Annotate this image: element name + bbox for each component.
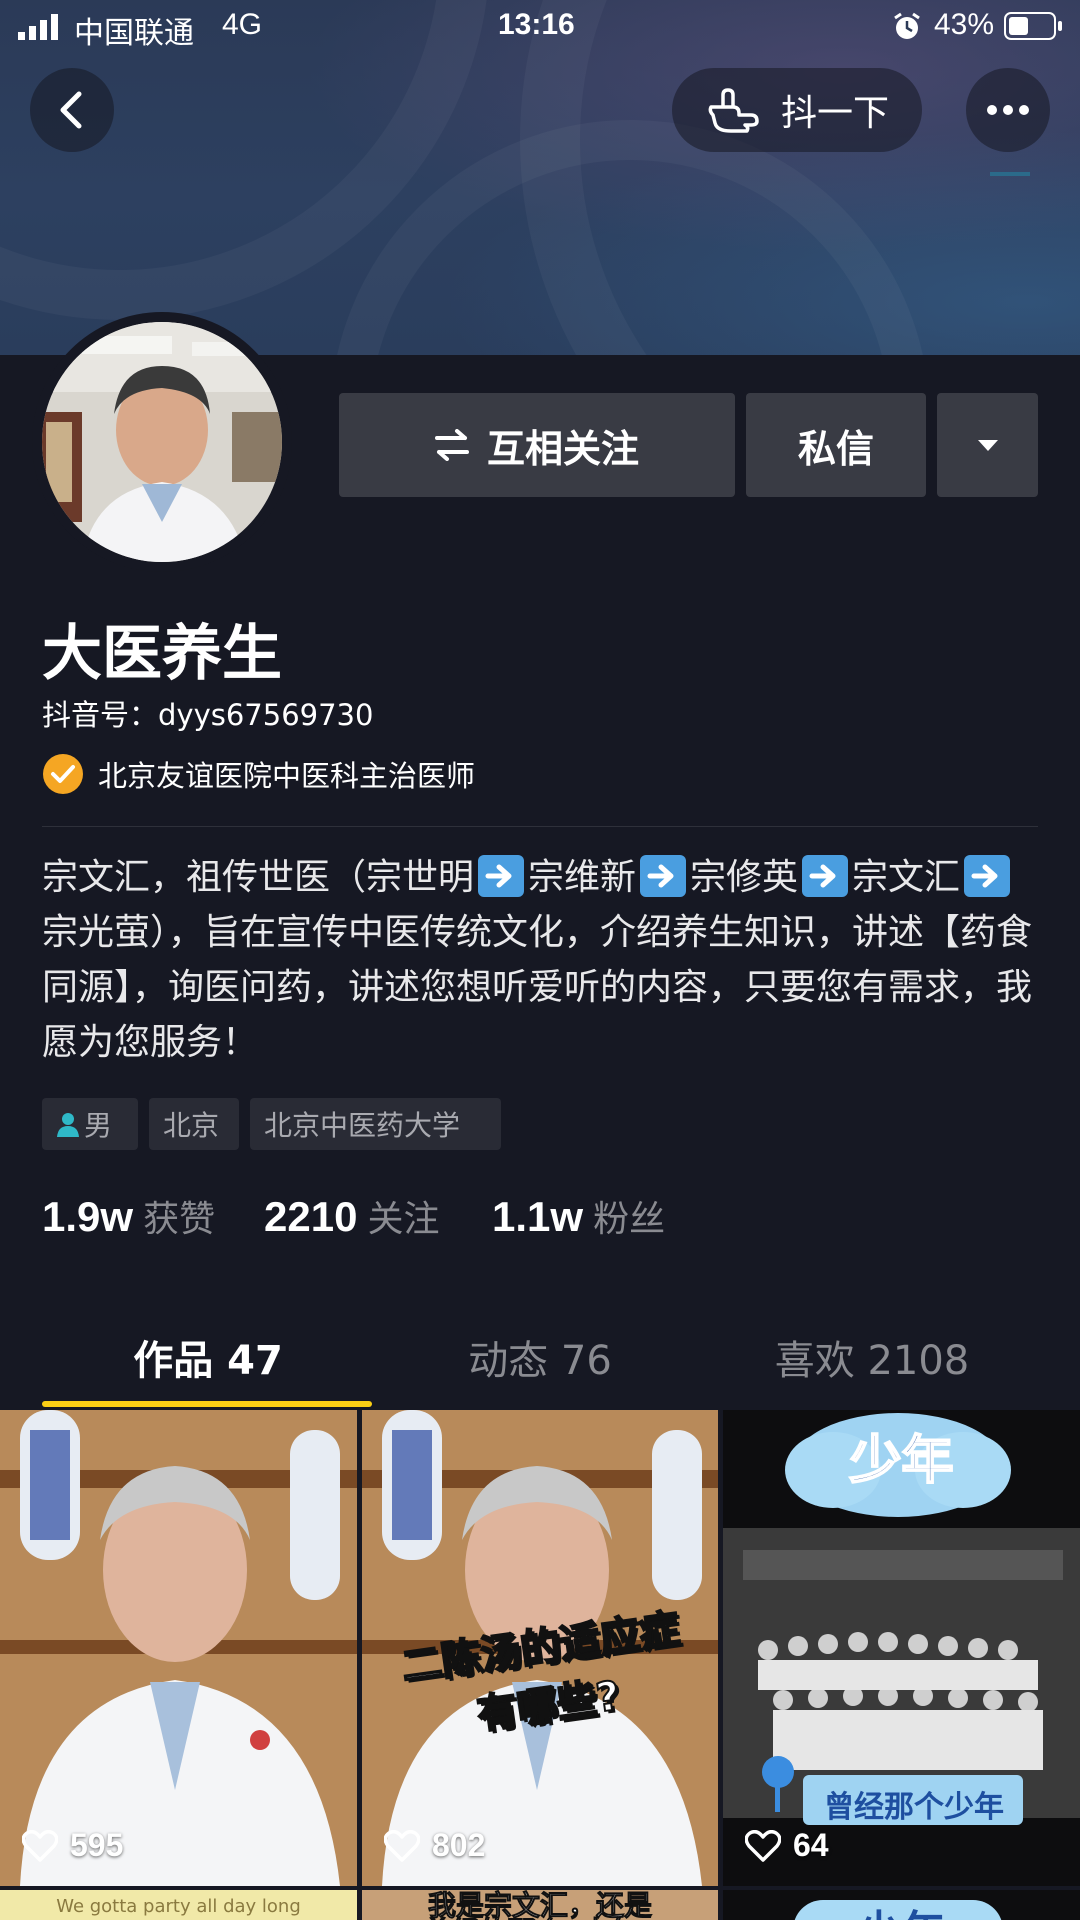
tag-gender: 男 bbox=[42, 1098, 138, 1150]
pointing-hand-icon bbox=[708, 88, 759, 133]
right-arrow-icon bbox=[478, 855, 525, 897]
bio-segment: 宗光萤），旨在宣传中医传统文化，介绍养生知识，讲述【药食同源】，询医问药，讲述您… bbox=[42, 912, 1033, 1063]
video-thumbnail[interactable]: We gotta party all day long bbox=[0, 1890, 357, 1920]
video-title: 少年 bbox=[723, 1896, 1080, 1920]
chevron-left-icon bbox=[60, 91, 82, 129]
tag-label: 北京中医药大学 bbox=[264, 1109, 461, 1142]
profile-name: 大医养生 bbox=[42, 619, 282, 689]
video-thumbnail[interactable]: 少年 曾经那个少年 64 bbox=[723, 1410, 1080, 1886]
video-thumbnail[interactable]: 我是宗文汇，还是 曾经的那个“少年” bbox=[362, 1890, 718, 1920]
signal-icon bbox=[18, 14, 58, 40]
battery-percent: 43% bbox=[934, 8, 995, 41]
like-count: 802 bbox=[432, 1827, 486, 1863]
recommend-dropdown-button[interactable] bbox=[937, 393, 1038, 497]
heart-icon bbox=[22, 1829, 58, 1862]
message-button[interactable]: 私信 bbox=[746, 393, 926, 497]
verified-badge-icon bbox=[43, 754, 83, 794]
video-title: 少年 bbox=[848, 1430, 954, 1492]
battery-icon bbox=[1004, 12, 1056, 40]
heart-icon bbox=[384, 1829, 420, 1862]
fans-count: 1.1w bbox=[492, 1193, 584, 1240]
like-count-overlay: 802 bbox=[384, 1827, 485, 1864]
tag-school: 北京中医药大学 bbox=[250, 1098, 501, 1150]
tag-label: 北京 bbox=[163, 1109, 220, 1142]
bio-segment: 宗文汇，祖传世医（宗世明 bbox=[42, 857, 475, 898]
video-caption: 曾经的那个“少年” bbox=[362, 1910, 718, 1920]
network-type: 4G bbox=[222, 8, 263, 41]
caret-down-icon bbox=[977, 440, 998, 451]
video-caption: We gotta party all day long bbox=[56, 1896, 301, 1917]
right-arrow-icon bbox=[964, 855, 1011, 897]
mutual-follow-label: 互相关注 bbox=[486, 426, 639, 471]
stat-following[interactable]: 2210 关注 bbox=[264, 1190, 439, 1242]
like-count: 595 bbox=[70, 1827, 124, 1863]
person-icon bbox=[57, 1113, 79, 1137]
video-thumbnail[interactable]: 595 bbox=[0, 1410, 357, 1886]
bio-segment: 宗文汇 bbox=[852, 857, 961, 898]
following-count: 2210 bbox=[264, 1193, 358, 1240]
more-button[interactable] bbox=[966, 68, 1050, 152]
stat-fans[interactable]: 1.1w 粉丝 bbox=[492, 1190, 665, 1242]
douyin-id[interactable]: 抖音号：dyys67569730 bbox=[42, 692, 373, 734]
verification-text: 北京友谊医院中医科主治医师 bbox=[98, 759, 476, 793]
stat-likes: 1.9w 获赞 bbox=[42, 1190, 215, 1242]
tab-moments[interactable]: 动态 76 bbox=[360, 1328, 720, 1388]
more-dots-icon bbox=[987, 105, 1029, 115]
bio-text: 宗文汇，祖传世医（宗世明 宗维新 宗修英 宗文汇宗光萤），旨在宣传中医传统文化，介绍养… bbox=[42, 850, 1042, 1070]
fans-label: 粉丝 bbox=[593, 1199, 666, 1240]
carrier-name: 中国联通 bbox=[74, 17, 194, 50]
back-button[interactable] bbox=[30, 68, 114, 152]
likes-label: 获赞 bbox=[143, 1199, 216, 1240]
right-arrow-icon bbox=[640, 855, 687, 897]
status-bar: 中国联通 4G 13:16 43% bbox=[0, 0, 1080, 54]
tab-works[interactable]: 作品 47 bbox=[28, 1328, 388, 1388]
tag-location: 北京 bbox=[149, 1098, 239, 1150]
heart-icon bbox=[745, 1829, 781, 1862]
mutual-follow-button[interactable]: 互相关注 bbox=[339, 393, 735, 497]
video-caption: 曾经那个少年 bbox=[824, 1790, 1004, 1825]
following-label: 关注 bbox=[367, 1199, 440, 1240]
doudong-button[interactable]: 抖一下 bbox=[672, 68, 922, 152]
avatar[interactable] bbox=[42, 322, 282, 562]
alarm-icon bbox=[894, 12, 920, 39]
swap-arrows-icon bbox=[434, 429, 469, 461]
doudong-label: 抖一下 bbox=[780, 93, 889, 134]
clock: 13:16 bbox=[498, 8, 575, 41]
divider bbox=[42, 826, 1038, 827]
right-arrow-icon bbox=[802, 855, 849, 897]
bio-segment: 宗修英 bbox=[690, 857, 799, 898]
cover-indicator bbox=[990, 172, 1030, 176]
video-thumbnail[interactable]: 二陈汤的适应症 有哪些? 802 bbox=[362, 1410, 718, 1886]
message-label: 私信 bbox=[797, 426, 874, 471]
bio-segment: 宗维新 bbox=[528, 857, 637, 898]
like-count-overlay: 595 bbox=[22, 1827, 123, 1864]
like-count-overlay: 64 bbox=[745, 1827, 829, 1864]
tag-label: 男 bbox=[84, 1109, 113, 1142]
likes-count: 1.9w bbox=[42, 1193, 134, 1240]
tab-indicator bbox=[42, 1401, 372, 1407]
verification-row: 北京友谊医院中医科主治医师 bbox=[42, 752, 475, 796]
like-count: 64 bbox=[793, 1827, 829, 1863]
video-thumbnail[interactable]: 少年 bbox=[723, 1890, 1080, 1920]
video-cover-image bbox=[0, 1410, 357, 1886]
tab-favorites[interactable]: 喜欢 2108 bbox=[692, 1328, 1052, 1388]
